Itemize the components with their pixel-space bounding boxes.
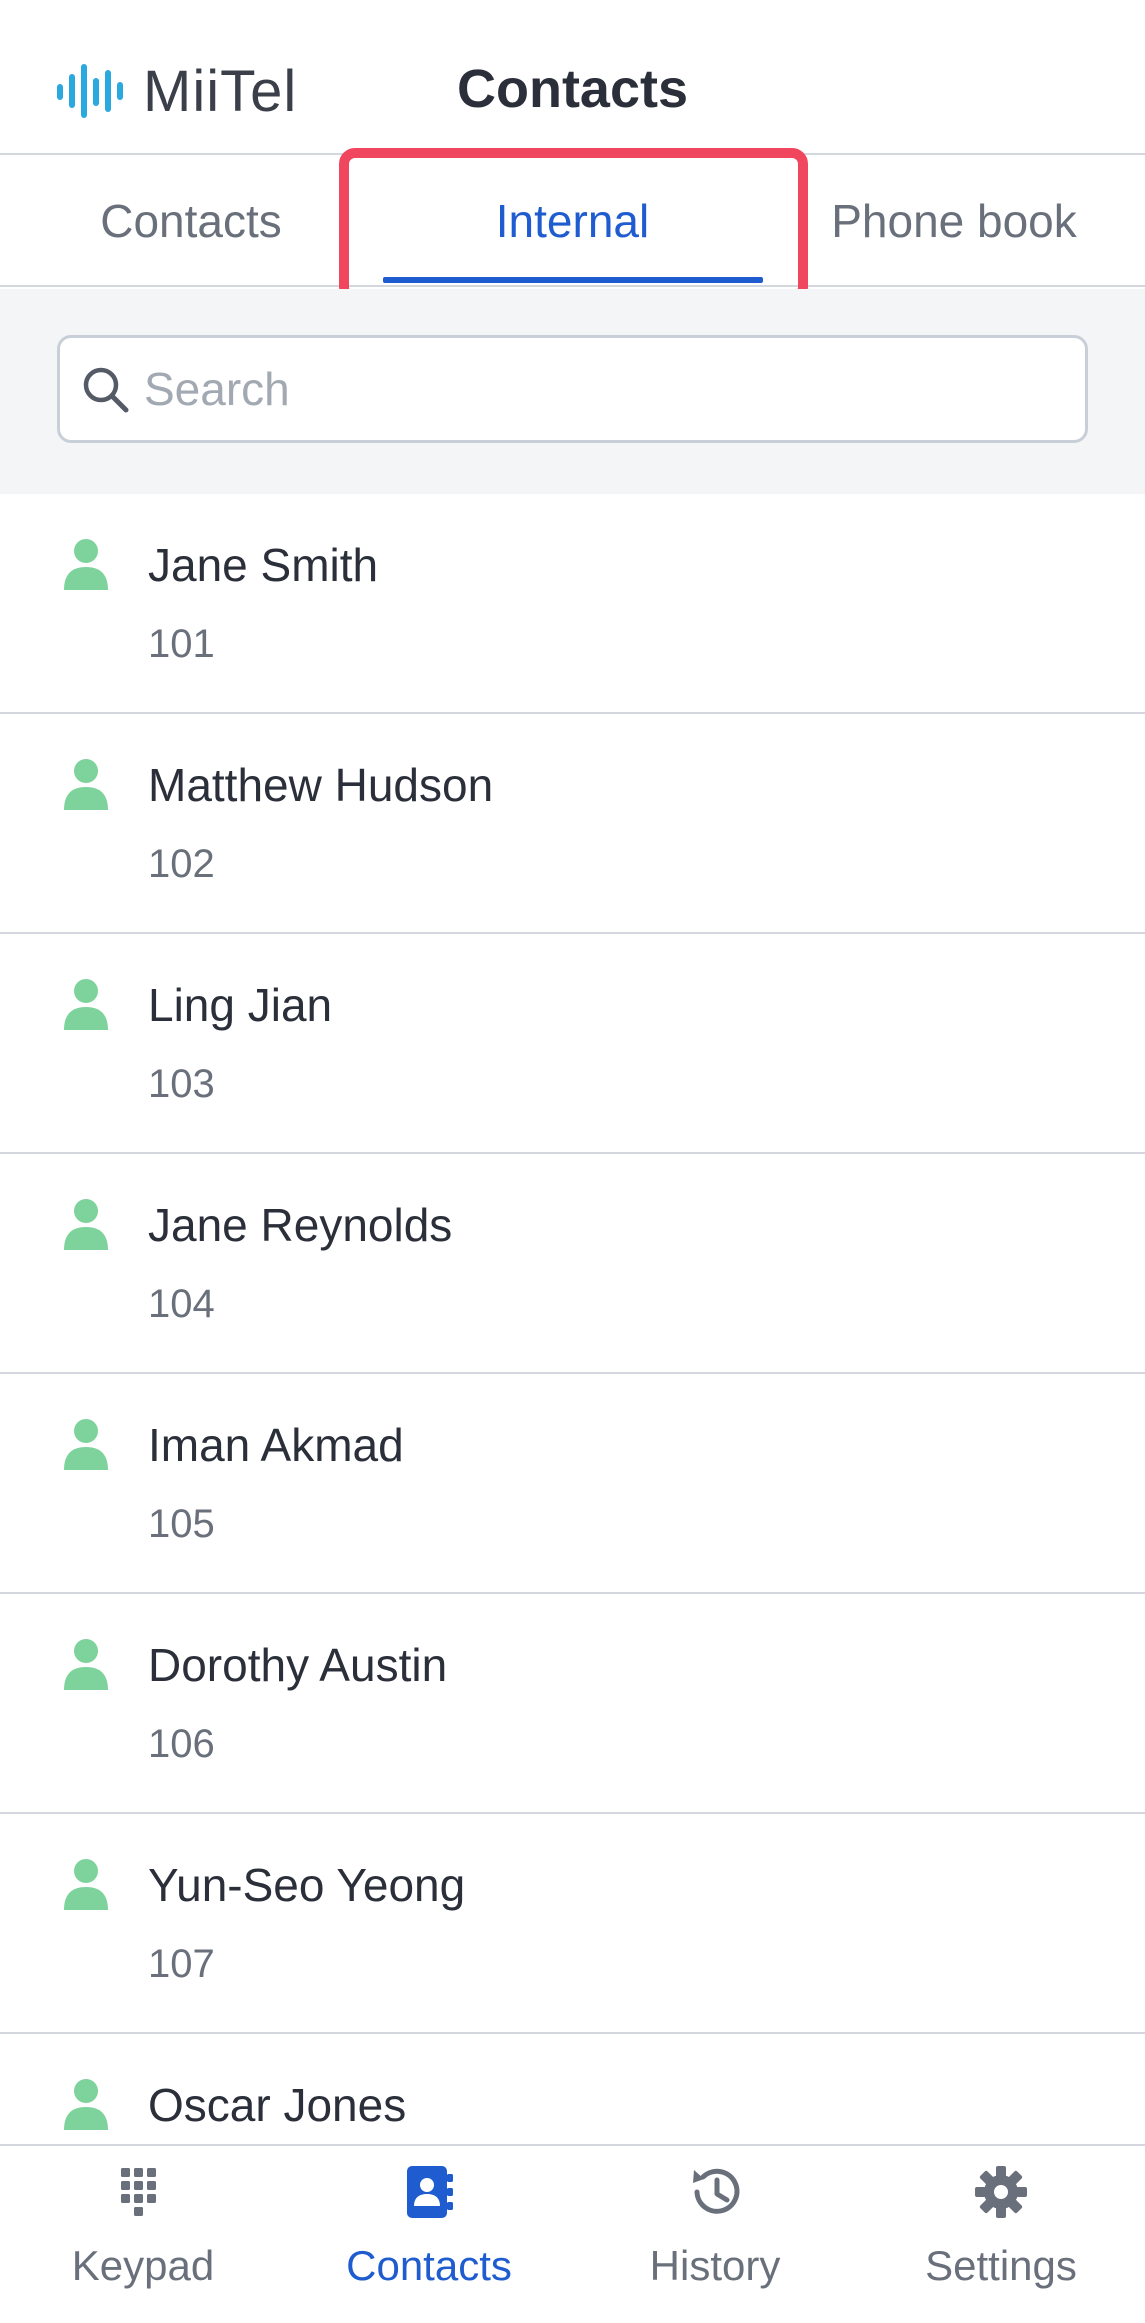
contact-name: Matthew Hudson (148, 759, 494, 811)
nav-label: Settings (925, 2242, 1077, 2289)
contact-row[interactable]: Yun-Seo Yeong 107 (0, 1814, 1145, 2034)
person-icon (64, 1859, 108, 1910)
app-header: MiiTel Contacts (0, 0, 1145, 155)
keypad-icon (121, 2168, 156, 2216)
person-icon (64, 1639, 108, 1690)
contacts-book-icon (407, 2166, 453, 2218)
gear-icon (975, 2166, 1027, 2218)
person-icon (64, 1419, 108, 1470)
contact-extension: 107 (148, 1942, 215, 1986)
contact-name: Yun-Seo Yeong (148, 1859, 466, 1911)
contact-name: Jane Smith (148, 539, 379, 591)
contact-row[interactable]: Matthew Hudson 102 (0, 714, 1145, 934)
page-title: Contacts (456, 59, 689, 119)
nav-contacts[interactable]: Contacts (286, 2146, 572, 2323)
contact-row[interactable]: Oscar Jones (0, 2034, 1145, 2144)
tab-internal[interactable]: Internal (382, 157, 763, 285)
contact-name: Jane Reynolds (148, 1199, 453, 1251)
tab-phone-book[interactable]: Phone book (763, 157, 1145, 285)
active-tab-indicator (383, 277, 763, 283)
search-box[interactable] (57, 335, 1088, 443)
history-icon (693, 2168, 740, 2214)
person-icon (64, 539, 108, 590)
contact-name: Oscar Jones (148, 2079, 407, 2131)
person-icon (64, 2079, 108, 2130)
contact-extension: 105 (148, 1502, 215, 1546)
bottom-nav: Keypad Contacts History Settings (0, 2144, 1145, 2323)
person-icon (64, 979, 108, 1030)
contact-name: Dorothy Austin (148, 1639, 448, 1691)
contact-extension: 102 (148, 842, 215, 886)
person-icon (64, 1199, 108, 1250)
contact-list: Jane Smith 101 Matthew Hudson 102 Ling J… (0, 494, 1145, 2144)
nav-settings[interactable]: Settings (858, 2146, 1144, 2323)
contact-extension: 104 (148, 1282, 215, 1326)
search-icon (83, 367, 129, 413)
search-area (0, 289, 1145, 494)
contact-row[interactable]: Dorothy Austin 106 (0, 1594, 1145, 1814)
nav-label: History (649, 2242, 781, 2289)
nav-label: Contacts (346, 2242, 512, 2289)
tab-contacts[interactable]: Contacts (0, 157, 382, 285)
contact-extension: 106 (148, 1722, 215, 1766)
contact-row[interactable]: Ling Jian 103 (0, 934, 1145, 1154)
nav-history[interactable]: History (572, 2146, 858, 2323)
contact-row[interactable]: Jane Smith 101 (0, 494, 1145, 714)
nav-label: Keypad (71, 2242, 215, 2289)
nav-keypad[interactable]: Keypad (0, 2146, 286, 2323)
contact-row[interactable]: Iman Akmad 105 (0, 1374, 1145, 1594)
search-input[interactable] (144, 338, 1064, 440)
tab-bar: Contacts Internal Phone book (0, 157, 1145, 287)
person-icon (64, 759, 108, 810)
contact-name: Ling Jian (148, 979, 333, 1031)
contact-row[interactable]: Jane Reynolds 104 (0, 1154, 1145, 1374)
contact-extension: 103 (148, 1062, 215, 1106)
contact-extension: 101 (148, 622, 215, 666)
contact-name: Iman Akmad (148, 1419, 404, 1471)
